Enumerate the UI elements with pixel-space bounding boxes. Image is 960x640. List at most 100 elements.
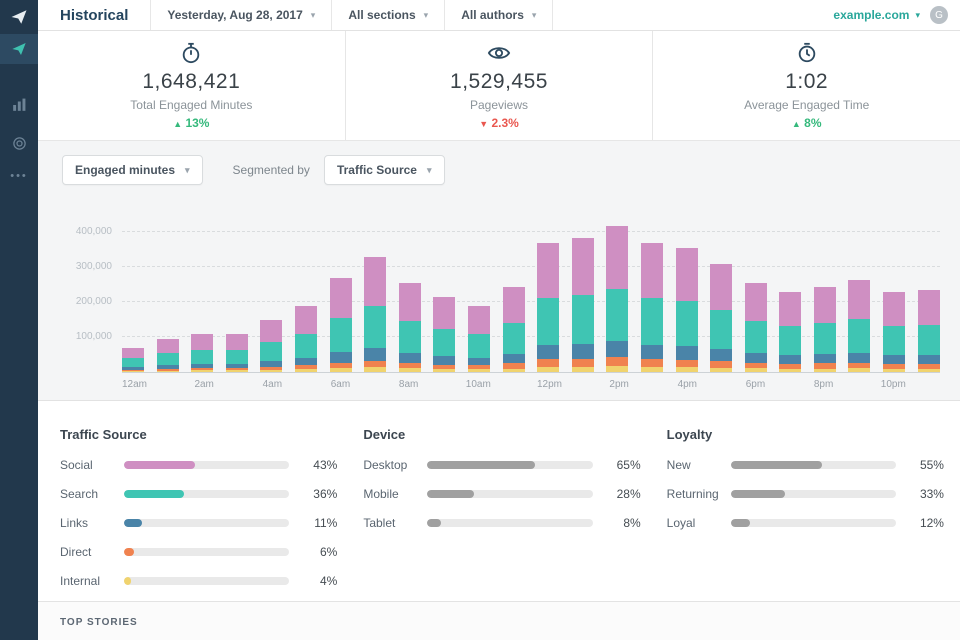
bar-segment-internal xyxy=(329,368,352,372)
breakdown-panels: Traffic Source Social 43% Search 36% Links 11… xyxy=(38,401,960,601)
bar-segment-links xyxy=(779,355,802,364)
x-axis-tick xyxy=(227,379,249,390)
progress-track xyxy=(730,461,896,469)
authors-dropdown[interactable]: All authors ▾ xyxy=(444,0,554,31)
x-axis-tick: 8am xyxy=(398,379,419,390)
bar-segment-internal xyxy=(675,367,698,372)
x-axis-tick xyxy=(574,379,596,390)
sections-dropdown[interactable]: All sections ▾ xyxy=(331,0,446,31)
sidebar-item-overview[interactable] xyxy=(0,128,38,158)
bar-segment-internal xyxy=(606,366,629,372)
bar-segment-links xyxy=(744,353,767,364)
chart-controls: Engaged minutes ▾ Segmented by Traffic S… xyxy=(38,141,960,201)
stacked-bar-8pm xyxy=(813,215,836,372)
sidebar-item-realtime[interactable] xyxy=(0,34,38,64)
bar-segment-links xyxy=(813,354,836,364)
bar-segment-internal xyxy=(813,368,836,372)
bar-segment-social xyxy=(398,283,421,322)
bar-segment-search xyxy=(225,350,248,364)
bar-segment-social xyxy=(883,291,906,327)
breakdown-row-direct: Direct 6% xyxy=(60,545,337,559)
panel-title: Traffic Source xyxy=(60,427,147,442)
bar-segment-internal xyxy=(225,370,248,372)
row-label: Direct xyxy=(60,545,92,559)
bar-segment-links xyxy=(329,352,352,363)
stat-delta: ▲ 13% xyxy=(173,115,210,130)
stat-delta: ▼ 2.3% xyxy=(479,115,519,130)
bar-segment-search xyxy=(710,310,733,350)
x-axis-tick xyxy=(847,379,869,390)
bar-segment-internal xyxy=(294,369,317,372)
row-label: Search xyxy=(60,487,99,501)
chart-x-axis: 12am 2am 4am 6am 8am 10am 12pm 2pm 4pm 6pm 8pm 10pm xyxy=(122,379,940,390)
row-value: 28% xyxy=(616,487,641,501)
bar-segment-direct xyxy=(640,359,663,367)
x-axis-tick: 4pm xyxy=(677,379,698,390)
stat-value: 1,529,455 xyxy=(450,69,548,93)
x-axis-tick: 12am xyxy=(122,379,148,390)
eye-icon xyxy=(487,42,511,66)
breakdown-row-loyal: Loyal 12% xyxy=(667,516,944,530)
row-label: Desktop xyxy=(363,458,408,472)
stacked-bar-2pm xyxy=(606,215,629,372)
progress-track xyxy=(124,548,290,556)
domain-value: example.com xyxy=(833,8,910,23)
stat-engaged-minutes: 1,648,421 Total Engaged Minutes ▲ 13% xyxy=(38,31,345,140)
breakdown-row-mobile: Mobile 28% xyxy=(363,487,640,501)
panel-title: Loyalty xyxy=(666,427,713,442)
bar-segment-internal xyxy=(433,369,456,372)
bar-segment-search xyxy=(467,334,490,359)
avatar[interactable]: G xyxy=(930,6,948,25)
metric-dropdown[interactable]: Engaged minutes ▾ xyxy=(62,155,203,185)
panel-device: Device Desktop 65% Mobile 28% Tablet 8% xyxy=(363,427,640,601)
chevron-down-icon: ▾ xyxy=(310,9,316,20)
progress-track xyxy=(124,577,290,585)
domain-selector[interactable]: example.com ▾ xyxy=(823,0,930,30)
bar-segment-search xyxy=(433,329,456,357)
breakdown-row-links: Links 11% xyxy=(60,516,337,530)
bar-segment-internal xyxy=(537,366,560,372)
x-axis-tick xyxy=(364,379,386,390)
bar-segment-internal xyxy=(364,367,387,372)
bar-segment-search xyxy=(917,325,940,355)
progress-fill xyxy=(427,490,474,498)
stacked-bar-10am xyxy=(467,215,490,372)
row-value: 55% xyxy=(919,458,944,472)
bar-segment-social xyxy=(744,283,767,322)
bar-segment-links xyxy=(537,344,560,360)
sidebar-more-icon[interactable]: ••• xyxy=(10,170,28,182)
stacked-bar-12am xyxy=(122,215,144,372)
stacked-bar-3pm xyxy=(640,215,663,372)
bar-segment-social xyxy=(710,263,733,311)
breakdown-row-new: New 55% xyxy=(667,458,944,472)
bar-segment-social xyxy=(260,319,283,343)
bar-segment-search xyxy=(191,350,214,364)
x-axis-tick xyxy=(159,379,181,390)
row-label: Internal xyxy=(60,574,101,588)
row-value: 36% xyxy=(313,487,338,501)
bar-segment-search xyxy=(606,288,629,342)
page-title: Historical xyxy=(60,6,129,24)
sidebar-item-historical[interactable] xyxy=(0,90,38,120)
row-value: 65% xyxy=(616,458,641,472)
progress-track xyxy=(124,519,290,527)
app-window: ••• Historical Yesterday, Aug 28, 2017 ▾… xyxy=(0,0,960,640)
x-axis-tick: 6pm xyxy=(745,379,766,390)
x-axis-tick xyxy=(642,379,664,390)
x-axis-tick xyxy=(779,379,801,390)
stacked-bar-1pm xyxy=(571,215,594,372)
stacked-bar-12pm xyxy=(537,215,560,372)
bar-segment-social xyxy=(294,305,317,335)
bar-segment-search xyxy=(294,334,317,359)
bar-segment-social xyxy=(502,286,525,324)
segment-dropdown[interactable]: Traffic Source ▾ xyxy=(323,155,445,185)
date-range-dropdown[interactable]: Yesterday, Aug 28, 2017 ▾ xyxy=(150,0,333,31)
progress-fill xyxy=(124,577,131,585)
row-label: Returning xyxy=(666,487,719,501)
progress-track xyxy=(730,490,896,498)
bar-segment-internal xyxy=(779,368,802,372)
progress-fill xyxy=(730,519,751,527)
stacked-bar-6am xyxy=(329,215,352,372)
chevron-down-icon: ▾ xyxy=(915,9,920,20)
x-axis-tick: 8pm xyxy=(813,379,834,390)
